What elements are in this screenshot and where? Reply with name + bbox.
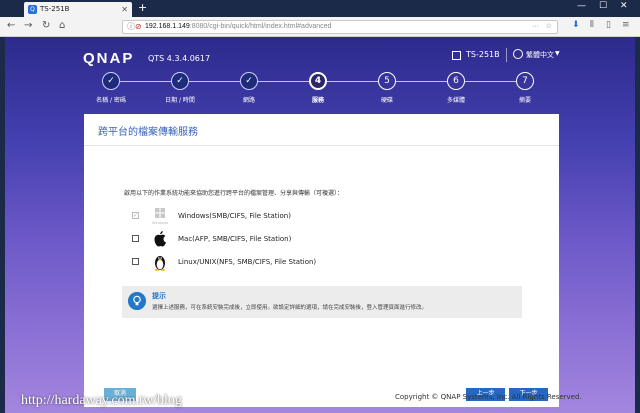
wizard-card: 跨平台的檔案傳輸服務 啟用以下的作業系統功能來協助您進行跨平台的檔案管理、分享與…	[84, 114, 559, 407]
insecure-lock-icon: ⊘	[135, 22, 142, 31]
close-tab-icon[interactable]: ✕	[121, 2, 128, 17]
caret-down-icon[interactable]: ▼	[555, 50, 560, 57]
home-icon[interactable]: ⌂	[59, 20, 65, 31]
lightbulb-icon	[128, 292, 146, 310]
mac-checkbox[interactable]	[132, 235, 139, 242]
step-4-indicator: 4	[309, 72, 327, 90]
tip-text: 選擇上述服務，可在系統安裝完成後，立即使用。欲設定詳細的選項，請在完成安裝後，登…	[152, 305, 428, 311]
step-5-indicator: 5	[378, 72, 396, 90]
back-arrow-icon[interactable]: ←	[7, 20, 15, 31]
language-selector[interactable]: 繁體中文	[526, 50, 554, 60]
forward-arrow-icon[interactable]: →	[24, 20, 32, 31]
step-7-indicator: 7	[516, 72, 534, 90]
linux-tux-icon	[154, 256, 166, 271]
option-mac-label: Mac(AFP, SMB/CIFS, File Station)	[178, 235, 292, 243]
step-2-label: 日期 / 時間	[165, 97, 195, 104]
step-connector	[258, 81, 309, 82]
new-tab-icon[interactable]: +	[138, 1, 147, 14]
step-3-label: 網路	[242, 97, 255, 104]
qnap-favicon-icon: Q	[28, 5, 37, 14]
sidebar-icon[interactable]: ▯	[606, 20, 611, 30]
qts-version: QTS 4.3.4.0617	[148, 54, 211, 63]
step-7-label: 摘要	[518, 97, 531, 104]
browser-nav-bar: ← → ↻ ⌂ ⓘ ⊘ 192.168.1.149:8080/cgi-bin/q…	[0, 17, 640, 37]
step-connector	[465, 81, 516, 82]
description-text: 啟用以下的作業系統功能來協助您進行跨平台的檔案管理、分享與傳輸（可複選）：	[124, 190, 344, 197]
step-6-label: 多媒體	[446, 97, 465, 104]
url-path: :8080/cgi-bin/quick/html/index.html#adva…	[189, 23, 332, 30]
qnap-setup-page: QNAP QTS 4.3.4.0617 TS-251B 繁體中文 ▼ ✓ ✓ ✓…	[5, 37, 635, 413]
browser-tab-bar: Q TS-251B ✕ + — ☐ ✕	[0, 0, 640, 17]
header-divider	[506, 48, 507, 62]
step-connector	[396, 81, 447, 82]
info-icon[interactable]: ⓘ	[127, 21, 135, 33]
windows-icon: Windows	[152, 208, 168, 225]
qnap-logo: QNAP	[83, 50, 135, 67]
windows-checkbox[interactable]: ✓	[132, 212, 139, 219]
windows-icon-caption: Windows	[152, 220, 168, 225]
tip-title: 提示	[152, 292, 166, 300]
more-options-icon[interactable]: ···	[532, 21, 539, 33]
nas-device-icon	[452, 51, 461, 60]
page-title: 跨平台的檔案傳輸服務	[98, 127, 198, 138]
step-1-label: 名稱 / 密碼	[96, 97, 126, 104]
apple-icon	[154, 231, 166, 247]
menu-icon[interactable]: ≡	[622, 20, 630, 30]
step-1-check-icon: ✓	[102, 72, 120, 90]
reload-icon[interactable]: ↻	[42, 20, 50, 31]
globe-icon[interactable]	[513, 49, 523, 59]
copyright-text: Copyright © QNAP Systems, Inc. All Right…	[395, 393, 582, 401]
browser-tab[interactable]: Q TS-251B ✕	[24, 2, 132, 17]
option-linux-label: Linux/UNIX(NFS, SMB/CIFS, File Station)	[178, 258, 317, 266]
title-divider	[84, 145, 559, 146]
tab-title: TS-251B	[40, 5, 70, 13]
step-4-label: 服務	[311, 97, 324, 104]
step-connector	[327, 81, 378, 82]
nas-model: TS-251B	[466, 50, 500, 59]
option-windows-label: Windows(SMB/CIFS, File Station)	[178, 212, 291, 220]
library-icon[interactable]: ⫴	[590, 20, 594, 30]
maximize-icon[interactable]: ☐	[599, 1, 607, 11]
tip-box: 提示 選擇上述服務，可在系統安裝完成後，立即使用。欲設定詳細的選項，請在完成安裝…	[122, 286, 522, 318]
download-icon[interactable]: ⬇	[572, 20, 580, 30]
address-bar[interactable]: ⓘ ⊘ 192.168.1.149:8080/cgi-bin/quick/htm…	[122, 20, 558, 34]
minimize-icon[interactable]: —	[577, 1, 586, 11]
step-6-indicator: 6	[447, 72, 465, 90]
step-5-label: 硬碟	[380, 97, 393, 104]
linux-checkbox[interactable]	[132, 258, 139, 265]
bookmark-star-icon[interactable]: ☆	[546, 21, 552, 33]
url-host: 192.168.1.149	[145, 23, 190, 30]
blog-watermark: http://hardaway.com.tw/blog	[21, 393, 182, 408]
step-3-check-icon: ✓	[240, 72, 258, 90]
close-window-icon[interactable]: ✕	[620, 1, 628, 11]
step-2-check-icon: ✓	[171, 72, 189, 90]
